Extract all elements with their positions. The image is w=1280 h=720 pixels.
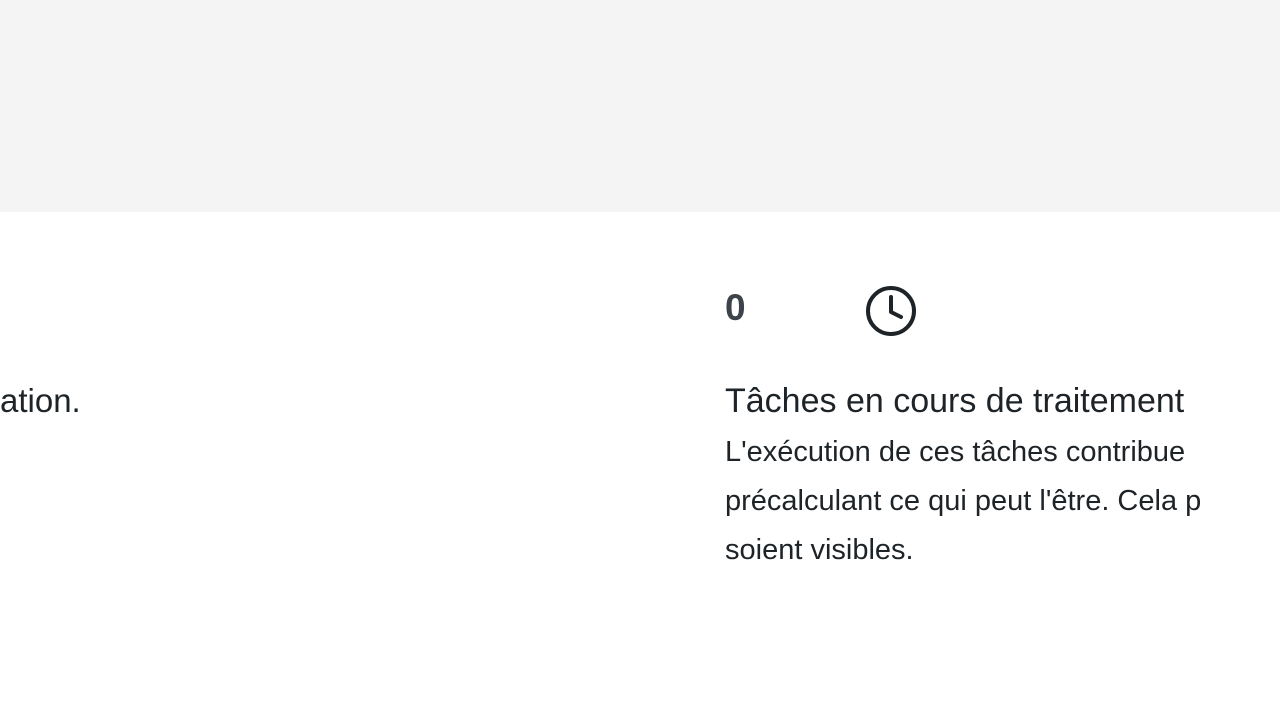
description-line: L'exécution de ces tâches contribue [725, 436, 1186, 468]
tasks-title: Tâches en cours de traitement [725, 382, 1185, 420]
top-band [0, 0, 1280, 212]
clock-icon [863, 283, 919, 339]
description-line: soient visibles. [725, 534, 914, 566]
left-panel-text: ation. [0, 382, 81, 419]
description-line: précalculant ce qui peut l'être. Cela p [725, 485, 1202, 517]
tasks-in-progress-card: 0 Tâches en cours de traitement L'exécut… [725, 280, 1280, 580]
page: ation. 0 Tâches en cours de traitement L… [0, 0, 1280, 720]
tasks-count: 0 [725, 287, 746, 328]
tasks-description: L'exécution de ces tâches contribue préc… [725, 428, 1280, 575]
